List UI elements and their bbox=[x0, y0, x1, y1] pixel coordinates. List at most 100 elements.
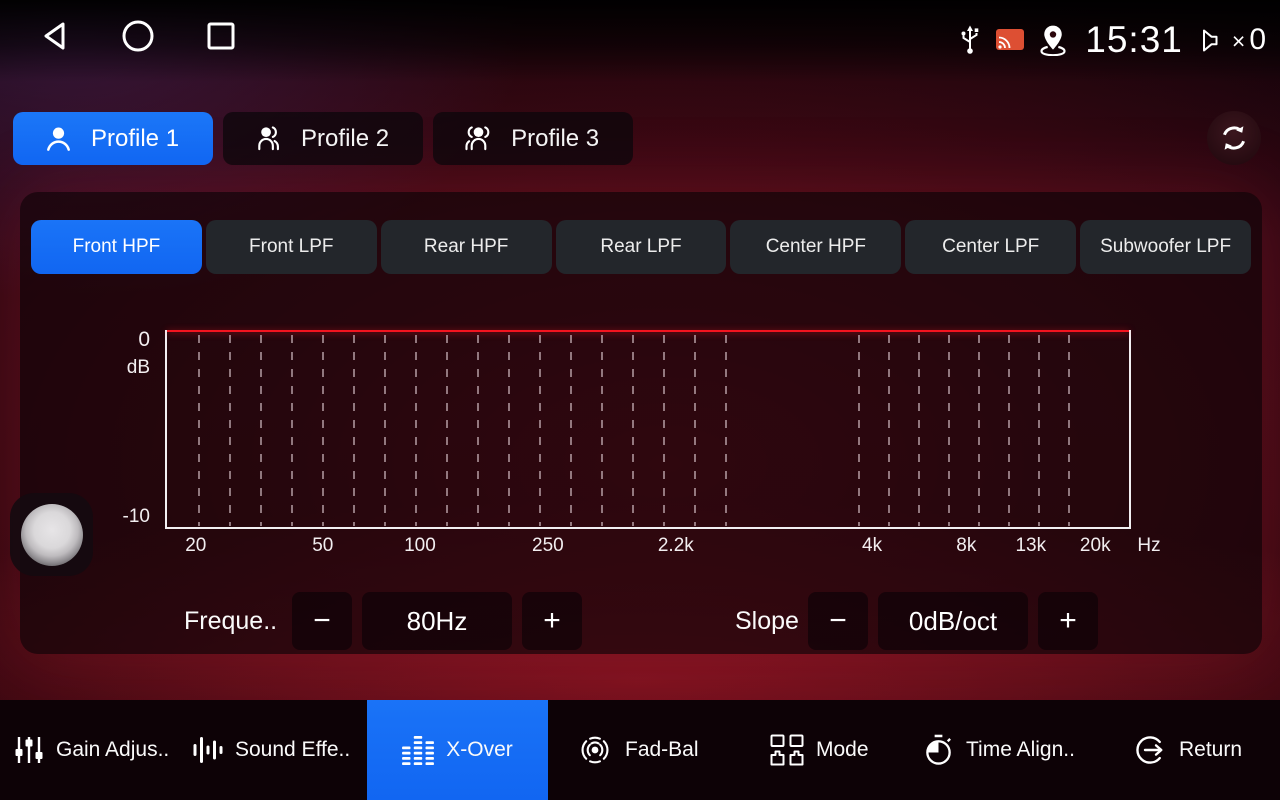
filter-tab-center-hpf[interactable]: Center HPF bbox=[730, 220, 901, 274]
profile-label: Profile 2 bbox=[301, 125, 389, 153]
gridline bbox=[291, 335, 293, 526]
usb-icon bbox=[958, 24, 982, 56]
speaker-mode-icon bbox=[770, 734, 804, 766]
nav-item-label: Gain Adjus.. bbox=[56, 738, 169, 762]
gridline bbox=[858, 335, 860, 526]
filter-tab-rear-hpf[interactable]: Rear HPF bbox=[381, 220, 552, 274]
sound-effect-bars-icon bbox=[193, 735, 223, 765]
x-axis-unit: Hz bbox=[1127, 535, 1171, 557]
profile-tab-2[interactable]: Profile 2 bbox=[223, 112, 423, 165]
slope-label: Slope bbox=[735, 592, 799, 650]
gridline bbox=[198, 335, 200, 526]
gridline bbox=[384, 335, 386, 526]
slope-value: 0dB/oct bbox=[878, 592, 1028, 650]
gridline bbox=[415, 335, 417, 526]
volume-indicator: × 0 bbox=[1200, 25, 1266, 55]
nav-item-label: Time Align.. bbox=[966, 738, 1075, 762]
gridline bbox=[948, 335, 950, 526]
profile-tab-1[interactable]: Profile 1 bbox=[13, 112, 213, 165]
x-tick-100: 100 bbox=[404, 535, 436, 557]
y-axis-unit: dB bbox=[80, 357, 150, 379]
gridline bbox=[918, 335, 920, 526]
frequency-value: 80Hz bbox=[362, 592, 512, 650]
gridline bbox=[1038, 335, 1040, 526]
gridline bbox=[725, 335, 727, 526]
status-bar: 15:31 × 0 bbox=[0, 0, 1280, 82]
nav-item-label: Return bbox=[1179, 738, 1242, 762]
profile-tab-3[interactable]: Profile 3 bbox=[433, 112, 633, 165]
nav-item-time-align[interactable]: Time Align.. bbox=[923, 700, 1075, 800]
nav-item-mode[interactable]: Mode bbox=[770, 700, 869, 800]
frequency-plus-button[interactable]: + bbox=[522, 592, 582, 650]
gridline bbox=[663, 335, 665, 526]
nav-item-x-over[interactable]: X-Over bbox=[367, 700, 548, 800]
gridline bbox=[229, 335, 231, 526]
gridline bbox=[601, 335, 603, 526]
response-chart bbox=[165, 330, 1131, 529]
x-axis-ticks: 20501002502.2k4k8k13k20k bbox=[165, 535, 1127, 559]
gain-sliders-icon bbox=[14, 735, 44, 765]
users-3-icon bbox=[463, 123, 494, 154]
gridline bbox=[322, 335, 324, 526]
slope-minus-button[interactable]: − bbox=[808, 592, 868, 650]
filter-tab-center-lpf[interactable]: Center LPF bbox=[905, 220, 1076, 274]
filter-tab-front-lpf[interactable]: Front LPF bbox=[206, 220, 377, 274]
gridline bbox=[888, 335, 890, 526]
floating-knob[interactable] bbox=[10, 493, 93, 576]
clock: 15:31 bbox=[1085, 19, 1183, 61]
return-icon bbox=[1133, 733, 1167, 767]
profile-label: Profile 3 bbox=[511, 125, 599, 153]
volume-level: 0 bbox=[1249, 25, 1266, 55]
crossover-panel: Front HPFFront LPFRear HPFRear LPFCenter… bbox=[20, 192, 1262, 654]
cast-icon bbox=[995, 28, 1025, 52]
x-tick-20: 20 bbox=[185, 535, 206, 557]
bottom-nav: Gain Adjus.. Sound Effe.. X-Over Fad-Bal Mod… bbox=[0, 700, 1280, 800]
x-tick-20k: 20k bbox=[1080, 535, 1111, 557]
slope-plus-button[interactable]: + bbox=[1038, 592, 1098, 650]
nav-item-sound-effe[interactable]: Sound Effe.. bbox=[193, 700, 350, 800]
fader-balance-icon bbox=[577, 732, 613, 768]
user-icon bbox=[43, 123, 74, 154]
nav-item-fad-bal[interactable]: Fad-Bal bbox=[577, 700, 699, 800]
response-curve-0db bbox=[167, 330, 1129, 332]
gridline bbox=[477, 335, 479, 526]
gridline bbox=[260, 335, 262, 526]
filter-tabs: Front HPFFront LPFRear HPFRear LPFCenter… bbox=[31, 220, 1251, 274]
profile-tabs: Profile 1 Profile 2 Profile 3 bbox=[13, 112, 633, 165]
profile-label: Profile 1 bbox=[91, 125, 179, 153]
volume-mute-x: × bbox=[1232, 30, 1245, 53]
frequency-label: Freque.. bbox=[184, 592, 277, 650]
filter-tab-rear-lpf[interactable]: Rear LPF bbox=[556, 220, 727, 274]
gridline bbox=[694, 335, 696, 526]
nav-item-label: Fad-Bal bbox=[625, 738, 699, 762]
filter-tab-front-hpf[interactable]: Front HPF bbox=[31, 220, 202, 274]
refresh-button[interactable] bbox=[1207, 111, 1261, 165]
nav-item-label: Sound Effe.. bbox=[235, 738, 350, 762]
x-tick-2-2k: 2.2k bbox=[658, 535, 694, 557]
gridline bbox=[539, 335, 541, 526]
x-tick-50: 50 bbox=[312, 535, 333, 557]
x-tick-13k: 13k bbox=[1015, 535, 1046, 557]
recents-button[interactable] bbox=[204, 19, 238, 58]
nav-item-label: X-Over bbox=[446, 738, 513, 762]
home-button[interactable] bbox=[120, 18, 156, 59]
crossover-eq-icon bbox=[402, 735, 434, 765]
gridline bbox=[446, 335, 448, 526]
gridline bbox=[1008, 335, 1010, 526]
filter-tab-subwoofer-lpf[interactable]: Subwoofer LPF bbox=[1080, 220, 1251, 274]
gridline bbox=[1068, 335, 1070, 526]
nav-item-return[interactable]: Return bbox=[1133, 700, 1242, 800]
gridline bbox=[978, 335, 980, 526]
back-button[interactable] bbox=[38, 18, 72, 59]
android-nav-buttons bbox=[38, 18, 238, 59]
sync-icon bbox=[1220, 124, 1248, 152]
status-icons: 15:31 × 0 bbox=[958, 12, 1266, 68]
gridline bbox=[508, 335, 510, 526]
x-tick-8k: 8k bbox=[956, 535, 976, 557]
nav-item-gain-adjus[interactable]: Gain Adjus.. bbox=[14, 700, 169, 800]
x-tick-4k: 4k bbox=[862, 535, 882, 557]
nav-item-label: Mode bbox=[816, 738, 869, 762]
y-axis-tick-0: 0 bbox=[80, 328, 150, 352]
frequency-minus-button[interactable]: − bbox=[292, 592, 352, 650]
volume-muted-icon bbox=[1200, 27, 1228, 54]
